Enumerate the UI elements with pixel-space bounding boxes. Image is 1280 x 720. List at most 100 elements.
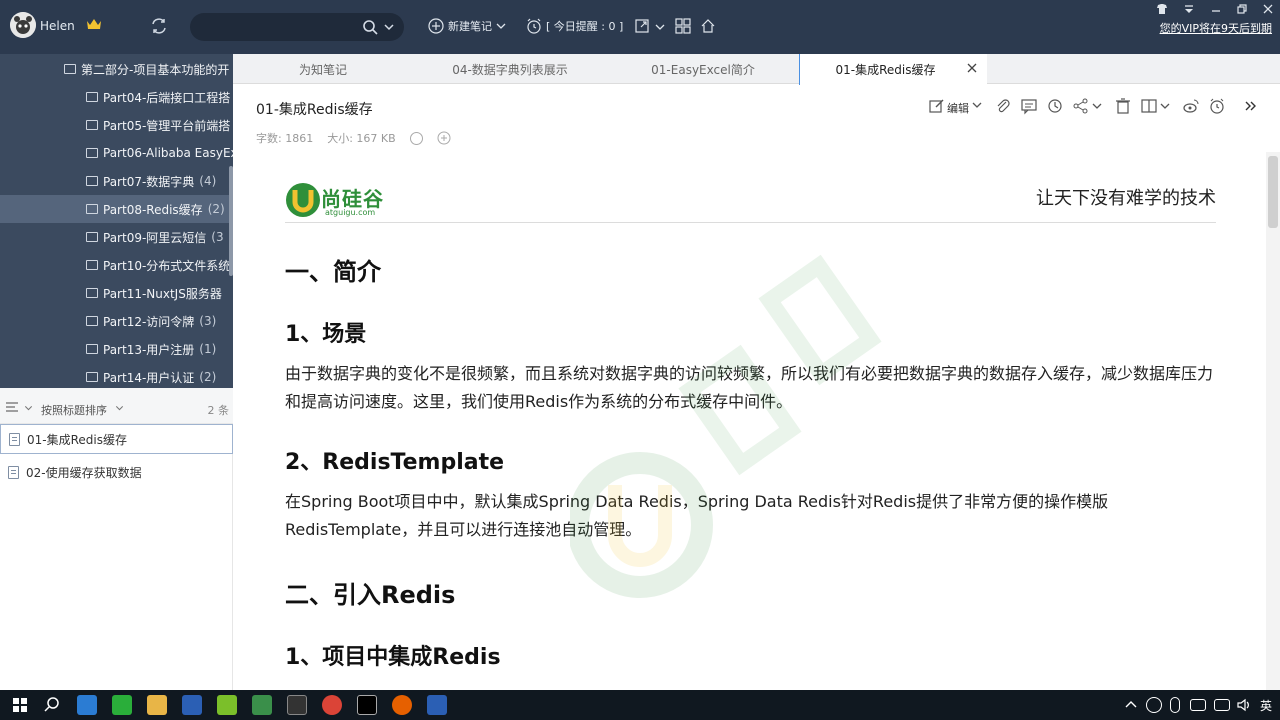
reminder-button[interactable]: [ 今日提醒 : 0 ]: [526, 18, 623, 34]
tree-item-count: (3: [211, 230, 224, 244]
top-bar: Helen 新建笔记 [ 今日提醒 : 0 ] 您的VIP将在9天后到期: [0, 0, 1280, 54]
tree-item-selected[interactable]: Part08-Redis缓存 (2): [0, 195, 233, 223]
edit-icon[interactable]: [928, 97, 946, 115]
terminal-icon[interactable]: [287, 695, 307, 715]
skin-icon[interactable]: [1156, 3, 1168, 15]
app-icon[interactable]: [252, 695, 272, 715]
tree-scrollbar[interactable]: [229, 166, 233, 276]
alarm-icon[interactable]: [1208, 97, 1226, 115]
intellij-icon[interactable]: [357, 695, 377, 715]
add-tag-icon[interactable]: [437, 131, 451, 145]
tab-bar: 为知笔记 04-数据字典列表展示 01-EasyExcel简介 01-集成Red…: [233, 54, 1280, 85]
home-icon[interactable]: [700, 18, 716, 34]
scrollbar-thumb[interactable]: [1268, 156, 1278, 228]
folder-icon: [86, 92, 98, 102]
search-input[interactable]: [200, 17, 350, 37]
note-list-item[interactable]: 02-使用缓存获取数据: [0, 457, 233, 487]
display-icon[interactable]: [1214, 699, 1230, 711]
attachment-icon[interactable]: [994, 97, 1012, 115]
chevron-down-icon[interactable]: [1092, 101, 1102, 111]
close-icon[interactable]: [1262, 3, 1274, 15]
trash-icon[interactable]: [1114, 97, 1132, 115]
note-list-header: 按照标题排序 2 条: [0, 388, 233, 424]
chevron-down-icon[interactable]: [655, 22, 665, 32]
network-status-icon[interactable]: [1146, 697, 1162, 713]
username[interactable]: Helen: [40, 19, 75, 33]
content-scrollbar[interactable]: [1266, 152, 1280, 690]
tab-wiz-notes[interactable]: 为知笔记: [233, 54, 413, 84]
vip-crown-icon[interactable]: [86, 17, 102, 31]
history-icon[interactable]: [1046, 97, 1064, 115]
grid-icon[interactable]: [675, 18, 691, 34]
app-icon[interactable]: [217, 695, 237, 715]
new-note-button[interactable]: 新建笔记: [428, 18, 506, 34]
heading-intro: 一、简介: [285, 258, 381, 286]
tab-dict-list[interactable]: 04-数据字典列表展示: [413, 54, 607, 84]
minimize-icon[interactable]: [1210, 3, 1222, 15]
wechat-icon[interactable]: [112, 695, 132, 715]
edit-button[interactable]: 编辑: [947, 100, 969, 116]
tree-item[interactable]: 第二部分-项目基本功能的开: [0, 55, 233, 83]
search-icon[interactable]: [362, 19, 378, 35]
chevron-down-icon[interactable]: [24, 404, 33, 412]
microphone-icon[interactable]: [1170, 697, 1180, 713]
close-icon[interactable]: [965, 61, 979, 75]
vscode-icon[interactable]: [77, 695, 97, 715]
tree-item-label: Part09-阿里云短信: [103, 230, 207, 245]
heading-redistemplate: 2、RedisTemplate: [285, 450, 505, 475]
slogan: 让天下没有难学的技术: [1036, 188, 1216, 209]
info-icon[interactable]: [409, 131, 423, 145]
chevron-down-icon[interactable]: [383, 21, 395, 33]
menu-dropdown-icon[interactable]: [1183, 3, 1195, 15]
user-avatar[interactable]: [10, 12, 36, 38]
tree-item[interactable]: Part04-后端接口工程搭: [0, 83, 233, 111]
tree-item[interactable]: Part10-分布式文件系统: [0, 251, 233, 279]
input-method-indicator[interactable]: 英: [1260, 697, 1272, 714]
tree-item[interactable]: Part07-数据字典 (4): [0, 167, 233, 195]
list-view-icon[interactable]: [5, 401, 19, 413]
chevron-down-icon[interactable]: [972, 100, 982, 110]
tree-item[interactable]: Part14-用户认证 (2): [0, 363, 233, 388]
note-title[interactable]: 01-集成Redis缓存: [256, 99, 373, 119]
tree-item[interactable]: Part06-Alibaba EasyEx: [0, 139, 233, 167]
expand-panel-icon[interactable]: [1242, 97, 1260, 115]
file-explorer-icon[interactable]: [147, 695, 167, 715]
tree-item[interactable]: Part12-访问令牌 (3): [0, 307, 233, 335]
sort-dropdown[interactable]: 按照标题排序: [41, 402, 107, 418]
volume-icon[interactable]: [1236, 697, 1252, 713]
windows-start-icon[interactable]: [10, 695, 30, 715]
note-content[interactable]: 尚硅谷 atguigu.com 让天下没有难学的技术 一、简介 1、场景 由于数…: [285, 170, 1220, 690]
tree-item[interactable]: Part09-阿里云短信 (3: [0, 223, 233, 251]
tree-item-label: Part05-管理平台前端搭: [103, 118, 231, 133]
note-list-item-active[interactable]: 01-集成Redis缓存: [0, 424, 233, 454]
document-icon: [9, 432, 20, 446]
wiznote-icon[interactable]: [427, 695, 447, 715]
note-list-item-label: 01-集成Redis缓存: [27, 432, 127, 447]
chrome-icon[interactable]: [322, 695, 342, 715]
tree-item[interactable]: Part13-用户注册 (1): [0, 335, 233, 363]
tree-item-label: Part13-用户注册: [103, 342, 195, 357]
vip-notice-link[interactable]: 您的VIP将在9天后到期: [1160, 20, 1272, 36]
restore-icon[interactable]: [1236, 3, 1248, 15]
chevron-up-icon[interactable]: [1124, 698, 1138, 712]
search-icon[interactable]: [42, 695, 62, 715]
tree-item-label: 第二部分-项目基本功能的开: [81, 62, 230, 77]
comment-icon[interactable]: [1020, 97, 1038, 115]
battery-icon[interactable]: [1190, 699, 1206, 711]
weibo-share-icon[interactable]: [1182, 97, 1200, 115]
external-window-icon[interactable]: [634, 18, 650, 34]
reading-mode-icon[interactable]: [1140, 97, 1158, 115]
note-list-item-label: 02-使用缓存获取数据: [26, 465, 142, 480]
tab-redis-cache[interactable]: 01-集成Redis缓存: [799, 54, 987, 85]
word-icon[interactable]: [182, 695, 202, 715]
share-icon[interactable]: [1072, 97, 1090, 115]
chevron-down-icon[interactable]: [1160, 101, 1170, 111]
tree-item[interactable]: Part11-NuxtJS服务器: [0, 279, 233, 307]
chevron-down-icon[interactable]: [115, 404, 124, 412]
firefox-icon[interactable]: [392, 695, 412, 715]
sync-icon[interactable]: [150, 17, 168, 35]
tab-easyexcel[interactable]: 01-EasyExcel简介: [607, 54, 799, 84]
tree-item[interactable]: Part05-管理平台前端搭: [0, 111, 233, 139]
tree-item-count: (4): [199, 174, 217, 188]
folder-icon: [86, 148, 98, 158]
